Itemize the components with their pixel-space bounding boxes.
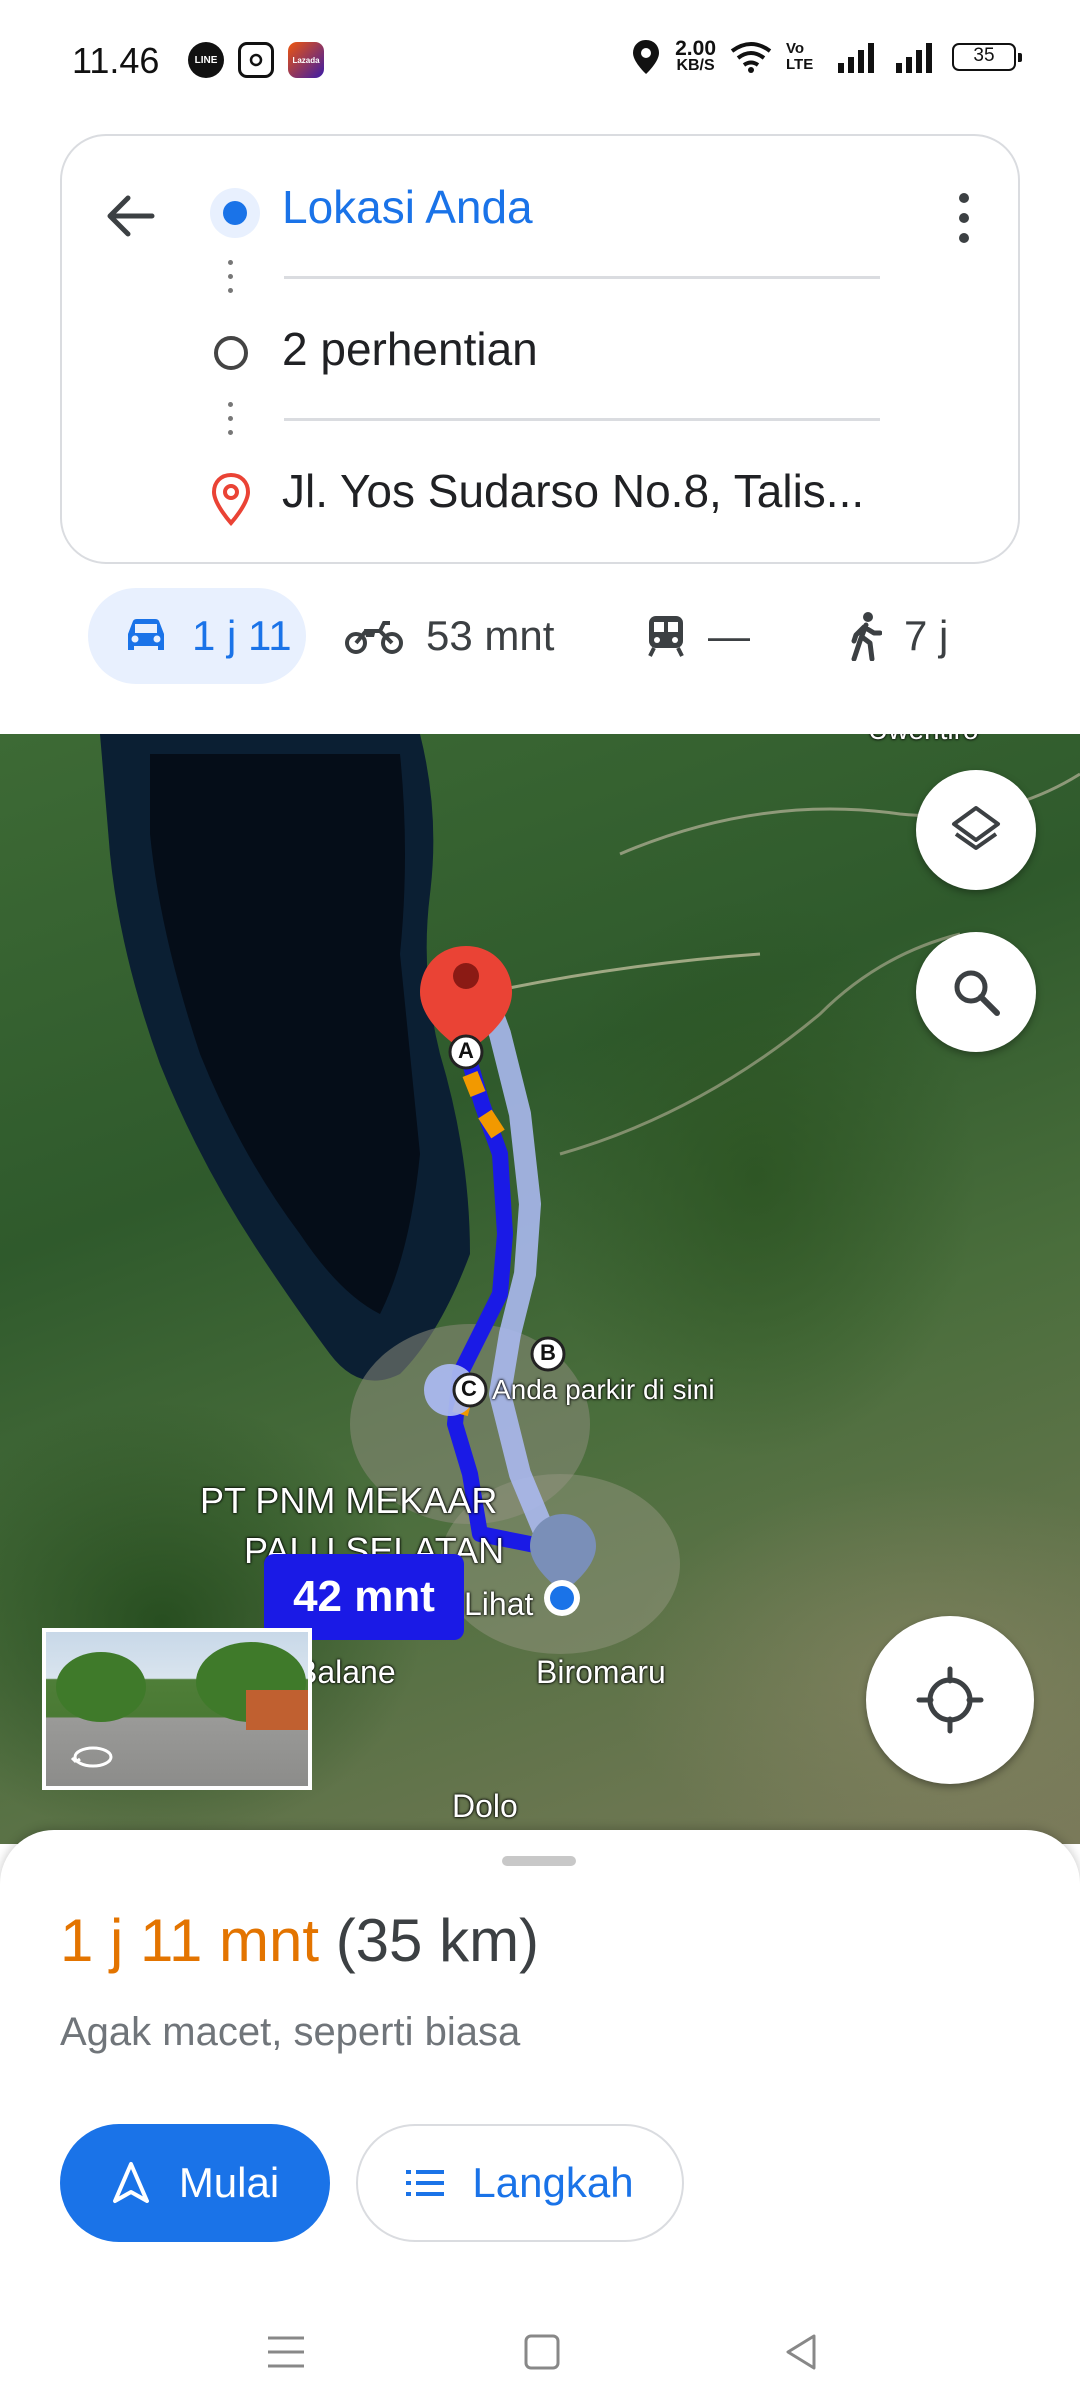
travel-mode-tabs: 1 j 11 53 mnt — 7 j: [0, 588, 1080, 688]
menu-nav-icon[interactable]: [264, 2330, 308, 2374]
my-location-icon: [916, 1666, 984, 1734]
building-shape: [246, 1690, 308, 1730]
map-label-view: Lihat: [464, 1586, 534, 1622]
waypoint-b-label: B: [540, 1340, 556, 1365]
tab-transit-label: —: [708, 612, 750, 659]
battery-indicator: 35: [952, 43, 1022, 71]
destination-pin-dot: [453, 963, 479, 989]
status-bar: 11.46 LINE Lazada 2.00 KB/S Vo LTE 35: [0, 0, 1080, 120]
tab-transit[interactable]: —: [646, 588, 750, 684]
map-view[interactable]: A B C Uwentiro Anda parkir di sini PT PN…: [0, 734, 1080, 1844]
home-nav-icon[interactable]: [520, 2330, 564, 2374]
signal-icon-2: [896, 43, 932, 73]
drag-handle[interactable]: [502, 1856, 576, 1866]
route-distance: (35 km): [335, 1907, 540, 1974]
tab-motorcycle-label: 53 mnt: [426, 612, 555, 659]
destination-pin-icon: [211, 472, 251, 526]
navigation-arrow-icon: [112, 2162, 149, 2203]
car-icon: [128, 619, 164, 650]
recenter-button[interactable]: [866, 1616, 1034, 1784]
search-icon: [954, 970, 1000, 1016]
line-icon: LINE: [188, 42, 224, 78]
destination-field[interactable]: Jl. Yos Sudarso No.8, Talis...: [282, 464, 864, 518]
map-label-poi-line1: PT PNM MEKAAR: [200, 1480, 498, 1521]
current-location-dot-inner: [550, 1586, 574, 1610]
back-arrow-icon[interactable]: [100, 186, 160, 246]
volte-indicator: Vo LTE: [786, 40, 814, 73]
layers-icon: [952, 806, 1000, 850]
start-navigation-label: Mulai: [178, 2159, 280, 2206]
tree-shape: [56, 1652, 146, 1722]
search-along-route-button[interactable]: [916, 932, 1036, 1052]
motorcycle-icon: [345, 621, 403, 654]
traffic-segment: [478, 1109, 505, 1139]
route-summary: 1 j 11 mnt (35 km): [60, 1906, 539, 1975]
lazada-icon: Lazada: [288, 42, 324, 78]
network-speed: 2.00 KB/S: [675, 37, 716, 74]
route-duration: 1 j 11 mnt: [60, 1907, 320, 1974]
steps-button[interactable]: Langkah: [356, 2124, 684, 2242]
street-view-thumbnail[interactable]: [42, 1628, 312, 1790]
stop-circle-icon: [214, 336, 248, 370]
road: [479, 952, 761, 996]
tab-motorcycle[interactable]: 53 mnt: [344, 588, 554, 684]
status-indicators: 2.00 KB/S Vo LTE 35: [631, 37, 1022, 76]
tab-walk-label: 7 j: [904, 612, 949, 659]
layers-button[interactable]: [916, 770, 1036, 890]
signal-icon-1: [838, 43, 874, 73]
river: [559, 932, 961, 1156]
traffic-segment: [462, 1071, 486, 1097]
tab-car[interactable]: 1 j 11: [88, 588, 306, 684]
stops-field[interactable]: 2 perhentian: [282, 322, 538, 376]
map-label-place: Uwentiro: [868, 734, 978, 746]
wifi-icon: [730, 42, 772, 73]
divider: [284, 418, 880, 421]
tab-car-label: 1 j 11: [192, 612, 292, 659]
origin-field[interactable]: Lokasi Anda: [282, 180, 533, 234]
back-nav-icon[interactable]: [780, 2330, 824, 2374]
list-icon: [406, 2170, 445, 2196]
connector-dots: [228, 402, 234, 444]
directions-card: Lokasi Anda 2 perhentian Jl. Yos Sudarso…: [60, 134, 1020, 564]
walk-icon: [851, 612, 882, 661]
status-time: 11.46: [72, 40, 160, 81]
steps-label: Langkah: [472, 2159, 634, 2206]
system-navigation-bar: [0, 2290, 1080, 2400]
traffic-status: Agak macet, seperti biasa: [60, 2010, 521, 2054]
street-view-360-icon: [70, 1746, 113, 1768]
connector-dots: [228, 260, 234, 302]
map-label-parking: Anda parkir di sini: [492, 1374, 715, 1405]
divider: [284, 276, 880, 279]
start-navigation-button[interactable]: Mulai: [60, 2124, 330, 2242]
map-label-biromaru: Biromaru: [536, 1654, 666, 1690]
waypoint-c-label: C: [461, 1376, 477, 1401]
map-label-dolo: Dolo: [452, 1788, 518, 1824]
waypoint-a-label: A: [458, 1038, 474, 1063]
status-app-icons: LINE Lazada: [188, 42, 324, 78]
tab-walk[interactable]: 7 j: [848, 588, 948, 684]
more-options-icon[interactable]: [954, 190, 974, 246]
instagram-icon: [238, 42, 274, 78]
location-icon: [633, 40, 660, 74]
train-icon: [648, 616, 684, 657]
origin-dot-icon: [210, 188, 260, 238]
